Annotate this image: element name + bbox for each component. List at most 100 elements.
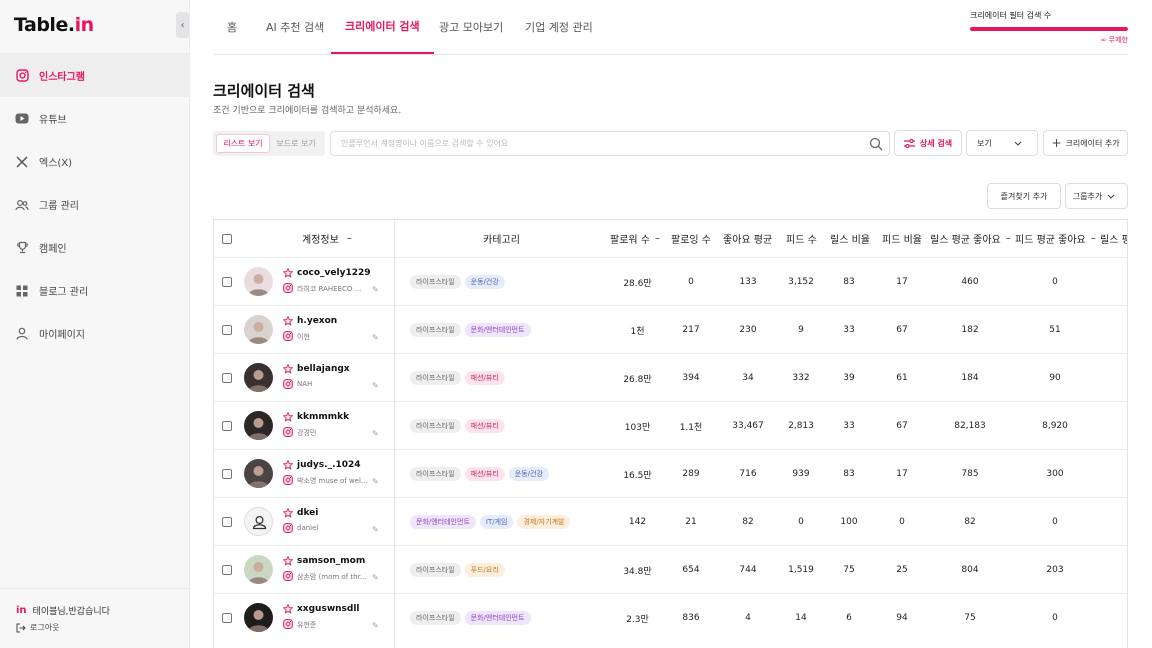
sidebar-item-instagram[interactable]: 인스타그램 bbox=[0, 54, 190, 97]
add-creator-button[interactable]: + 크리에이터 추가 bbox=[1043, 130, 1128, 156]
cell-feed-ratio: 17 bbox=[896, 469, 908, 479]
view-select[interactable]: 보기 bbox=[966, 130, 1038, 156]
cell-feeds: 0 bbox=[798, 517, 804, 527]
instagram-icon bbox=[283, 379, 293, 392]
x-icon bbox=[15, 155, 29, 169]
row-checkbox[interactable] bbox=[221, 546, 233, 594]
tab-home[interactable]: 홈 bbox=[227, 0, 237, 54]
avatar[interactable] bbox=[244, 315, 273, 344]
account-handle[interactable]: bellajangx bbox=[297, 364, 350, 374]
tab-ad-collection[interactable]: 광고 모아보기 bbox=[439, 0, 503, 54]
header-feed-likes-avg[interactable]: 피드 평균 좋아요 – bbox=[1015, 220, 1096, 257]
row-checkbox[interactable] bbox=[221, 354, 233, 402]
add-favorite-button[interactable]: 즐겨찾기 추가 bbox=[987, 183, 1061, 209]
cell-reels-extra bbox=[1120, 498, 1127, 546]
table-row[interactable]: dkei daniel ✎ 문화/엔터테인먼트 IT/게임 경제/자기계발 142 21 82 0… bbox=[214, 497, 1127, 546]
cell-likes-avg: 34 bbox=[742, 373, 754, 383]
logout-button[interactable]: 로그아웃 bbox=[16, 622, 59, 633]
cell-feed-likes-avg: 0 bbox=[1052, 517, 1058, 527]
avatar[interactable] bbox=[244, 267, 273, 296]
avatar[interactable] bbox=[244, 507, 273, 536]
header-followers[interactable]: 팔로워 수 – bbox=[610, 220, 660, 257]
edit-icon[interactable]: ✎ bbox=[372, 333, 379, 342]
edit-icon[interactable]: ✎ bbox=[372, 621, 379, 630]
row-checkbox[interactable] bbox=[221, 498, 233, 546]
favorite-star-icon[interactable] bbox=[282, 459, 294, 473]
app-logo[interactable]: Table.in bbox=[14, 14, 94, 36]
table-row[interactable]: bellajangx NAH ✎ 라이프스타일 패션/뷰티 26.8만 394 34 332 39… bbox=[214, 353, 1127, 402]
row-checkbox[interactable] bbox=[221, 258, 233, 306]
add-creator-label: 크리에이터 추가 bbox=[1065, 138, 1120, 148]
cell-reels-ratio: 83 bbox=[843, 277, 855, 287]
favorite-star-icon[interactable] bbox=[282, 267, 294, 281]
sidebar-item-campaign[interactable]: 캠페인 bbox=[0, 226, 190, 269]
edit-icon[interactable]: ✎ bbox=[372, 573, 379, 582]
header-checkbox[interactable] bbox=[221, 220, 233, 257]
account-handle[interactable]: xxguswnsdll bbox=[297, 604, 360, 614]
avatar[interactable] bbox=[244, 603, 273, 632]
infinity-icon: ∞ bbox=[1100, 36, 1109, 44]
edit-icon[interactable]: ✎ bbox=[372, 285, 379, 294]
instagram-icon bbox=[283, 427, 293, 440]
favorite-star-icon[interactable] bbox=[282, 603, 294, 617]
table-row[interactable]: kkmmmkk 강경민 ✎ 라이프스타일 패션/뷰티 103만 1.1천 33,467 2,81… bbox=[214, 401, 1127, 450]
sidebar-item-blog[interactable]: 블로그 관리 bbox=[0, 269, 190, 312]
category-chip: 운동/건강 bbox=[508, 467, 549, 481]
favorite-star-icon[interactable] bbox=[282, 363, 294, 377]
account-handle[interactable]: kkmmmkk bbox=[297, 412, 349, 422]
row-checkbox[interactable] bbox=[221, 450, 233, 498]
avatar[interactable] bbox=[244, 411, 273, 440]
favorite-star-icon[interactable] bbox=[282, 315, 294, 329]
account-handle[interactable]: h.yexon bbox=[297, 316, 337, 326]
cell-feeds: 3,152 bbox=[788, 277, 814, 287]
detail-search-button[interactable]: 상세 검색 bbox=[894, 130, 962, 156]
search-input[interactable] bbox=[341, 132, 861, 155]
account-handle[interactable]: dkei bbox=[297, 508, 318, 518]
row-checkbox[interactable] bbox=[221, 306, 233, 354]
cell-reels-extra bbox=[1120, 258, 1127, 306]
board-view-button[interactable]: 보드로 보기 bbox=[270, 134, 322, 153]
avatar[interactable] bbox=[244, 363, 273, 392]
favorite-star-icon[interactable] bbox=[282, 411, 294, 425]
creator-table: 계정정보 – 카테고리 팔로워 수 – 팔로잉 수 좋아요 평균 피드 수 릴스 비… bbox=[213, 219, 1128, 648]
edit-icon[interactable]: ✎ bbox=[372, 525, 379, 534]
instagram-icon bbox=[283, 523, 293, 536]
search-icon[interactable] bbox=[869, 137, 883, 154]
header-account[interactable]: 계정정보 – bbox=[302, 220, 352, 257]
table-row[interactable]: judys._.1024 박소영 muse of wel... ✎ 라이프스타일 패션/… bbox=[214, 449, 1127, 498]
cell-reels-ratio: 83 bbox=[843, 469, 855, 479]
chevron-left-icon: ‹ bbox=[180, 19, 185, 31]
edit-icon[interactable]: ✎ bbox=[372, 429, 379, 438]
header-reels-likes-avg[interactable]: 릴스 평균 좋아요 – bbox=[930, 220, 1011, 257]
table-row[interactable]: samson_mom 삼손맘 (mom of thr... ✎ 라이프스타일 푸드/요리… bbox=[214, 545, 1127, 594]
account-handle[interactable]: coco_vely1229 bbox=[297, 268, 371, 278]
edit-icon[interactable]: ✎ bbox=[372, 381, 379, 390]
avatar[interactable] bbox=[244, 459, 273, 488]
table-row[interactable]: xxguswnsdll 유현준 ✎ 라이프스타일 문화/엔터테인먼트 2.3만 836 4 14… bbox=[214, 593, 1127, 642]
table-row[interactable]: coco_vely1229 라히코 RAHEECO ... ✎ 라이프스타일 운동/건강… bbox=[214, 257, 1127, 306]
sidebar-item-group[interactable]: 그룹 관리 bbox=[0, 183, 190, 226]
add-group-button[interactable]: 그룹추가 bbox=[1065, 183, 1128, 209]
table-header: 계정정보 – 카테고리 팔로워 수 – 팔로잉 수 좋아요 평균 피드 수 릴스 비… bbox=[214, 220, 1127, 257]
sidebar-item-x[interactable]: 엑스(X) bbox=[0, 140, 190, 183]
edit-icon[interactable]: ✎ bbox=[372, 477, 379, 486]
tab-ai-search[interactable]: AI 추천 검색 bbox=[266, 0, 324, 54]
table-row[interactable]: h.yexon 이현 ✎ 라이프스타일 문화/엔터테인먼트 1천 217 230 9 33 67 18… bbox=[214, 305, 1127, 354]
tab-creator-search[interactable]: 크리에이터 검색 bbox=[331, 0, 434, 54]
account-handle[interactable]: judys._.1024 bbox=[297, 460, 361, 470]
column-divider bbox=[394, 220, 395, 648]
add-group-label: 그룹추가 bbox=[1072, 191, 1103, 201]
cell-feed-likes-avg: 300 bbox=[1046, 469, 1064, 479]
favorite-star-icon[interactable] bbox=[282, 507, 294, 521]
favorite-star-icon[interactable] bbox=[282, 555, 294, 569]
tab-corporate-account[interactable]: 기업 계정 관리 bbox=[525, 0, 593, 54]
sidebar-item-youtube[interactable]: 유튜브 bbox=[0, 97, 190, 140]
row-checkbox[interactable] bbox=[221, 402, 233, 450]
row-checkbox[interactable] bbox=[221, 594, 233, 642]
sidebar-item-label: 그룹 관리 bbox=[39, 201, 79, 212]
sidebar-item-mypage[interactable]: 마이페이지 bbox=[0, 312, 190, 355]
avatar[interactable] bbox=[244, 555, 273, 584]
list-view-button[interactable]: 리스트 보기 bbox=[216, 134, 270, 153]
account-handle[interactable]: samson_mom bbox=[297, 556, 365, 566]
sidebar-collapse-button[interactable]: ‹ bbox=[176, 12, 189, 38]
